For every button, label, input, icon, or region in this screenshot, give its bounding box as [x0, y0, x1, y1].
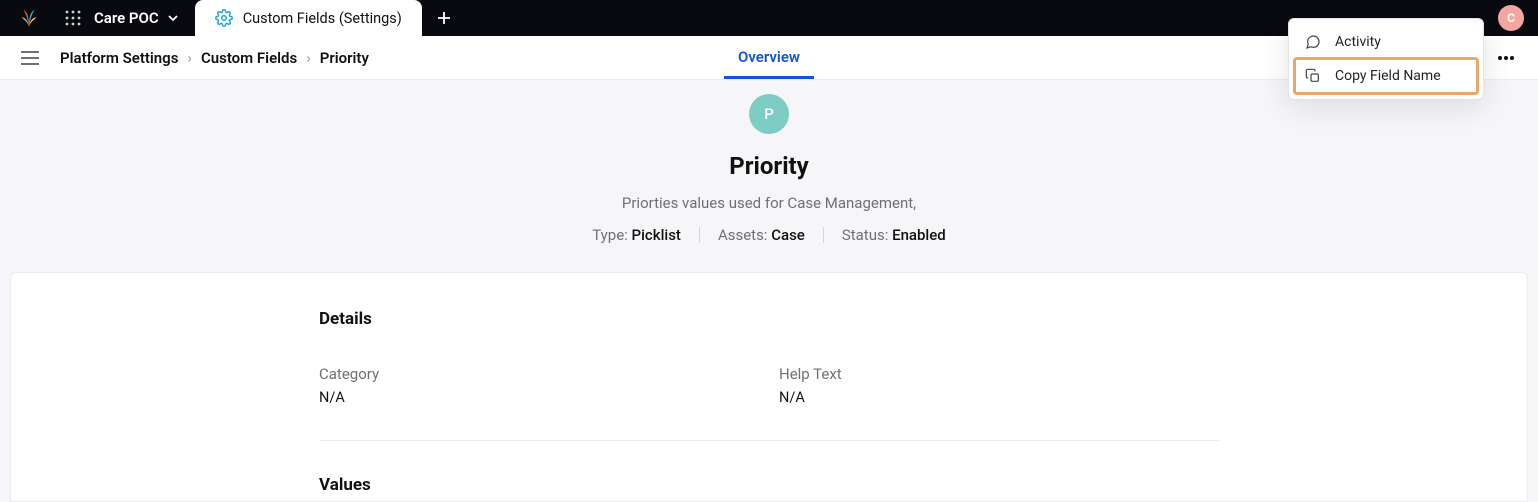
breadcrumb-platform-settings[interactable]: Platform Settings: [60, 49, 178, 67]
tab-overview[interactable]: Overview: [724, 48, 814, 79]
avatar[interactable]: C: [1498, 5, 1524, 31]
category-value: N/A: [319, 389, 759, 406]
assets-value: Case: [771, 226, 805, 244]
status-value: Enabled: [892, 226, 946, 244]
divider: [823, 227, 824, 243]
tab-custom-fields-settings[interactable]: Custom Fields (Settings): [195, 0, 422, 36]
details-heading: Details: [319, 309, 1219, 329]
field-meta: Type: Picklist Assets: Case Status: Enab…: [592, 226, 946, 244]
chevron-right-icon: ›: [306, 49, 311, 67]
menu-item-label: Copy Field Name: [1335, 68, 1441, 84]
more-actions-button[interactable]: [1492, 44, 1520, 72]
copy-icon: [1305, 68, 1325, 84]
avatar-initial: C: [1507, 11, 1515, 25]
workspace-label: Care POC: [94, 9, 159, 27]
menu-item-label: Activity: [1335, 34, 1381, 50]
menu-item-activity[interactable]: Activity: [1295, 25, 1477, 59]
badge-letter: P: [764, 105, 774, 123]
app-logo[interactable]: [0, 0, 58, 36]
app-launcher-icon[interactable]: [58, 0, 88, 36]
more-actions-menu: Activity Copy Field Name: [1288, 18, 1484, 100]
chevron-right-icon: ›: [187, 49, 192, 67]
help-text-label: Help Text: [779, 365, 1219, 383]
hero: P Priority Priorties values used for Cas…: [0, 80, 1538, 272]
status-label: Status:: [842, 226, 889, 244]
divider: [699, 227, 700, 243]
chevron-down-icon: [167, 12, 179, 24]
help-text-value: N/A: [779, 389, 1219, 406]
page-description: Priorties values used for Case Managemen…: [622, 194, 916, 212]
breadcrumb-custom-fields[interactable]: Custom Fields: [201, 49, 297, 67]
page-title: Priority: [729, 152, 809, 180]
breadcrumb-current: Priority: [320, 49, 369, 67]
details-card: Details Category N/A Help Text N/A Value…: [10, 272, 1528, 502]
hamburger-icon[interactable]: [18, 50, 42, 66]
field-initial-badge: P: [749, 94, 789, 134]
new-tab-button[interactable]: [422, 0, 466, 36]
breadcrumb: Platform Settings › Custom Fields › Prio…: [60, 49, 369, 67]
menu-item-copy-field-name[interactable]: Copy Field Name: [1295, 59, 1477, 93]
assets-label: Assets:: [718, 226, 768, 244]
category-label: Category: [319, 365, 759, 383]
chat-icon: [1305, 34, 1325, 50]
tab-label: Custom Fields (Settings): [243, 10, 402, 27]
values-heading: Values: [319, 475, 1219, 495]
type-label: Type:: [592, 226, 628, 244]
gear-icon: [215, 9, 233, 27]
workspace-switcher[interactable]: Care POC: [88, 0, 193, 36]
type-value: Picklist: [632, 226, 681, 244]
